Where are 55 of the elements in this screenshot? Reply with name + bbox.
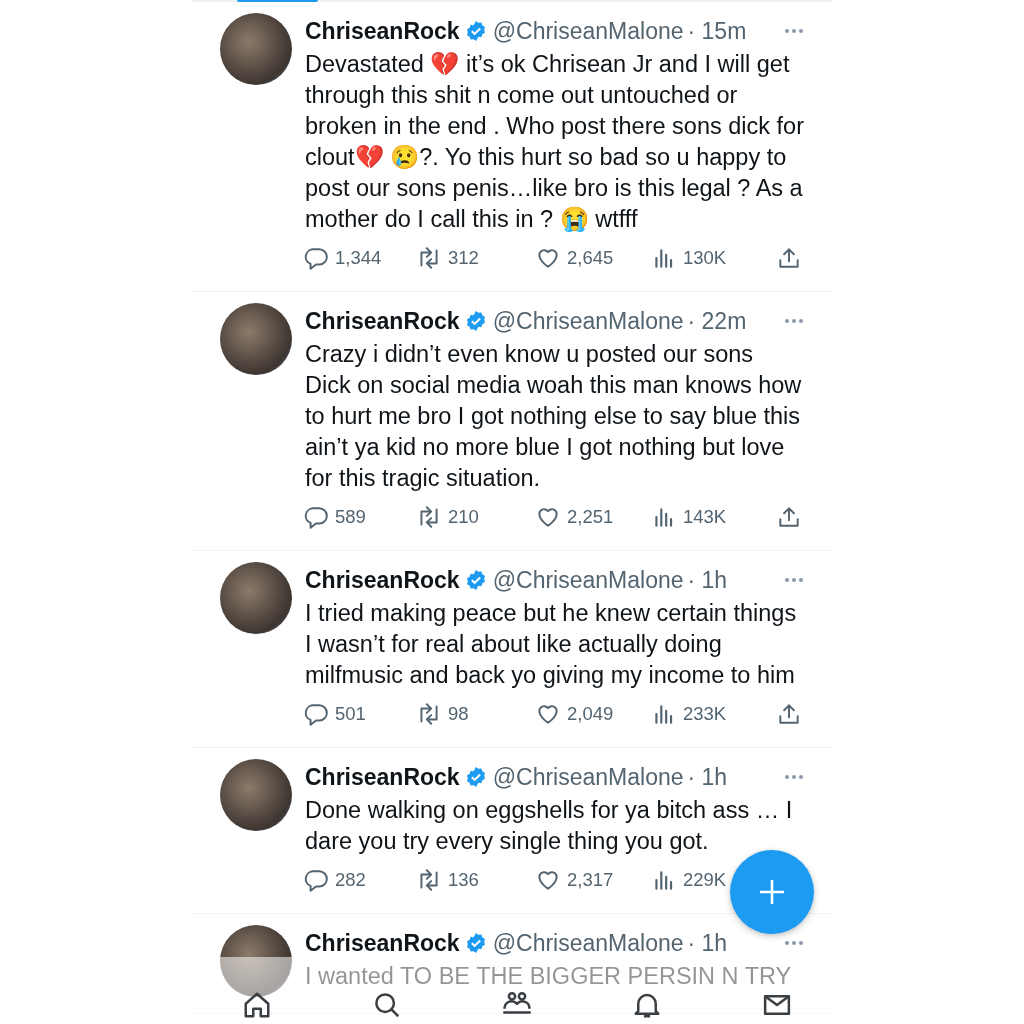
user-handle[interactable]: @ChriseanMalone xyxy=(492,307,684,335)
reply-icon xyxy=(303,245,329,271)
compose-button[interactable] xyxy=(730,850,814,934)
post-time: · 1h xyxy=(687,566,728,594)
reply-icon xyxy=(303,867,329,893)
share-icon xyxy=(776,701,802,727)
share-icon xyxy=(776,504,802,530)
reply-icon xyxy=(303,504,329,530)
tweet-text: Done walking on eggshells for ya bitch ass … I dare you try every single thing you got. xyxy=(305,796,794,856)
post-time: · 22m xyxy=(687,307,747,335)
like-button[interactable]: 2,317 xyxy=(535,867,614,893)
more-options-icon[interactable] xyxy=(785,29,803,33)
post-time: · 15m xyxy=(687,17,747,45)
user-handle[interactable]: @ChriseanMalone xyxy=(492,763,684,791)
like-button[interactable]: 2,645 xyxy=(535,245,614,271)
plus-icon xyxy=(758,878,786,906)
user-handle[interactable]: @ChriseanMalone xyxy=(492,566,684,594)
share-button[interactable] xyxy=(776,701,802,727)
display-name[interactable]: ChriseanRock xyxy=(305,929,460,957)
reply-button[interactable]: 589 xyxy=(303,504,366,530)
reply-button[interactable]: 501 xyxy=(303,701,366,727)
more-options-icon[interactable] xyxy=(785,578,803,582)
display-name[interactable]: ChriseanRock xyxy=(305,307,460,335)
display-name[interactable]: ChriseanRock xyxy=(305,17,460,45)
more-options-icon[interactable] xyxy=(785,775,803,779)
display-name[interactable]: ChriseanRock xyxy=(305,763,460,791)
retweet-button[interactable]: 312 xyxy=(416,245,479,271)
reply-button[interactable]: 282 xyxy=(303,867,366,893)
views-button[interactable]: 130K xyxy=(651,245,727,271)
user-handle[interactable]: @ChriseanMalone xyxy=(492,929,684,957)
user-handle[interactable]: @ChriseanMalone xyxy=(492,17,684,45)
views-button[interactable]: 229K xyxy=(651,867,727,893)
share-icon xyxy=(776,245,802,271)
home-icon[interactable] xyxy=(242,990,272,1020)
display-name[interactable]: ChriseanRock xyxy=(305,566,460,594)
share-button[interactable] xyxy=(776,504,802,530)
like-button[interactable]: 2,049 xyxy=(535,701,614,727)
more-options-icon[interactable] xyxy=(785,941,803,945)
post-time: · 1h xyxy=(687,929,728,957)
reply-icon xyxy=(303,701,329,727)
like-button[interactable]: 2,251 xyxy=(535,504,614,530)
retweet-button[interactable]: 136 xyxy=(416,867,479,893)
search-icon[interactable] xyxy=(372,990,402,1020)
more-options-icon[interactable] xyxy=(785,319,803,323)
views-button[interactable]: 233K xyxy=(651,701,727,727)
views-button[interactable]: 143K xyxy=(651,504,727,530)
reply-button[interactable]: 1,344 xyxy=(303,245,382,271)
tweet-text: I tried making peace but he knew certain things I wasn’t for real about like actually doing milfmusic and back yo giving my income to him xyxy=(305,599,798,690)
retweet-button[interactable]: 210 xyxy=(416,504,479,530)
tweet-text: Devastated 💔 it’s ok Chrisean Jr and I will get through this shit n come out untouched or broken in the end . Who post there sons dick for clout💔 😢?. Yo this hurt so bad so u happy to post our sons penis…like bro is this legal ? As a mother do I call this in ? 😭 wtfff xyxy=(305,50,805,234)
post-time: · 1h xyxy=(687,763,728,791)
retweet-button[interactable]: 98 xyxy=(416,701,469,727)
share-button[interactable] xyxy=(776,245,802,271)
tweet-text: Crazy i didn’t even know u posted our sons Dick on social media woah this man knows how to hurt me bro I got nothing else to say blue this ain’t ya kid no more blue I got nothing but love for this tragic situation. xyxy=(305,340,803,493)
tweet-text: I wanted TO BE THE BIGGER PERSIN N TRY xyxy=(305,962,792,991)
